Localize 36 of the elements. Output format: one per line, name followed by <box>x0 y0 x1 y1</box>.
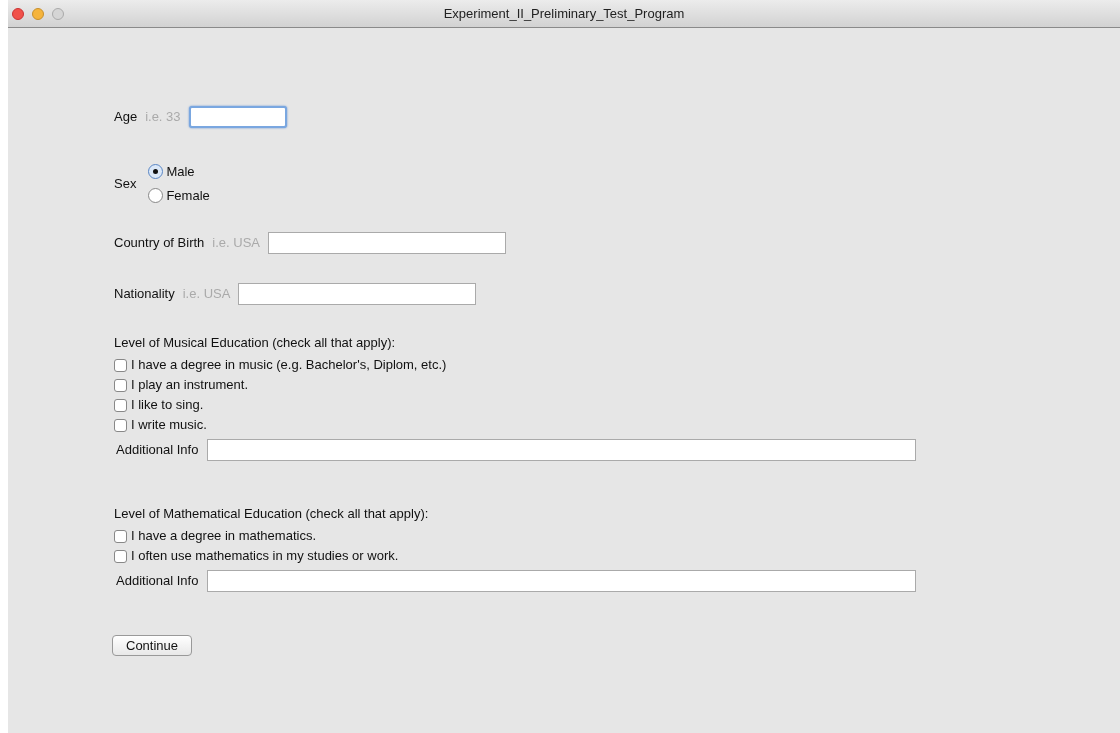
text-field[interactable] <box>238 283 477 305</box>
checkbox[interactable] <box>114 358 127 372</box>
close-button[interactable] <box>12 8 24 20</box>
checkbox-option[interactable]: I write music. <box>114 415 1120 435</box>
field-label: Additional Info <box>116 572 199 591</box>
hint-text: i.e. USA <box>182 285 231 304</box>
text-field[interactable] <box>207 439 917 461</box>
radio-option[interactable]: Female <box>148 185 210 205</box>
field-label: Sex <box>114 174 137 193</box>
checkbox-option[interactable]: I have a degree in mathematics. <box>114 526 1120 546</box>
section-heading: Level of Mathematical Education (check all that apply): <box>114 505 430 523</box>
checkbox-option[interactable]: I like to sing. <box>114 395 1120 415</box>
checkbox-option[interactable]: I have a degree in music (e.g. Bachelor's, Diplom, etc.) <box>114 355 1120 375</box>
section-heading: Level of Musical Education (check all that apply): <box>114 334 397 352</box>
text-field[interactable] <box>268 232 506 254</box>
radio-button[interactable] <box>148 164 164 180</box>
radio-option[interactable]: Male <box>148 162 210 182</box>
checkbox[interactable] <box>114 418 127 432</box>
checkbox[interactable] <box>114 398 127 412</box>
text-field[interactable] <box>207 570 917 592</box>
minimize-button[interactable] <box>32 8 44 20</box>
checkbox[interactable] <box>114 529 127 543</box>
field-label: Age <box>114 108 138 127</box>
field-label: Nationality <box>114 285 175 304</box>
hint-text: i.e. USA <box>212 234 260 253</box>
radio-button[interactable] <box>148 187 164 203</box>
checkbox[interactable] <box>114 378 127 392</box>
hint-text: i.e. 33 <box>145 108 181 127</box>
checkbox[interactable] <box>114 549 127 563</box>
checkbox-option[interactable]: I often use mathematics in my studies or work. <box>114 546 1120 566</box>
window-title: Experiment_II_Preliminary_Test_Program <box>443 4 685 23</box>
field-label: Country of Birth <box>114 234 205 253</box>
field-label: Additional Info <box>116 441 199 460</box>
text-field[interactable] <box>188 106 287 128</box>
checkbox-option[interactable]: I play an instrument. <box>114 375 1120 395</box>
continue-button[interactable]: Continue <box>112 635 193 656</box>
